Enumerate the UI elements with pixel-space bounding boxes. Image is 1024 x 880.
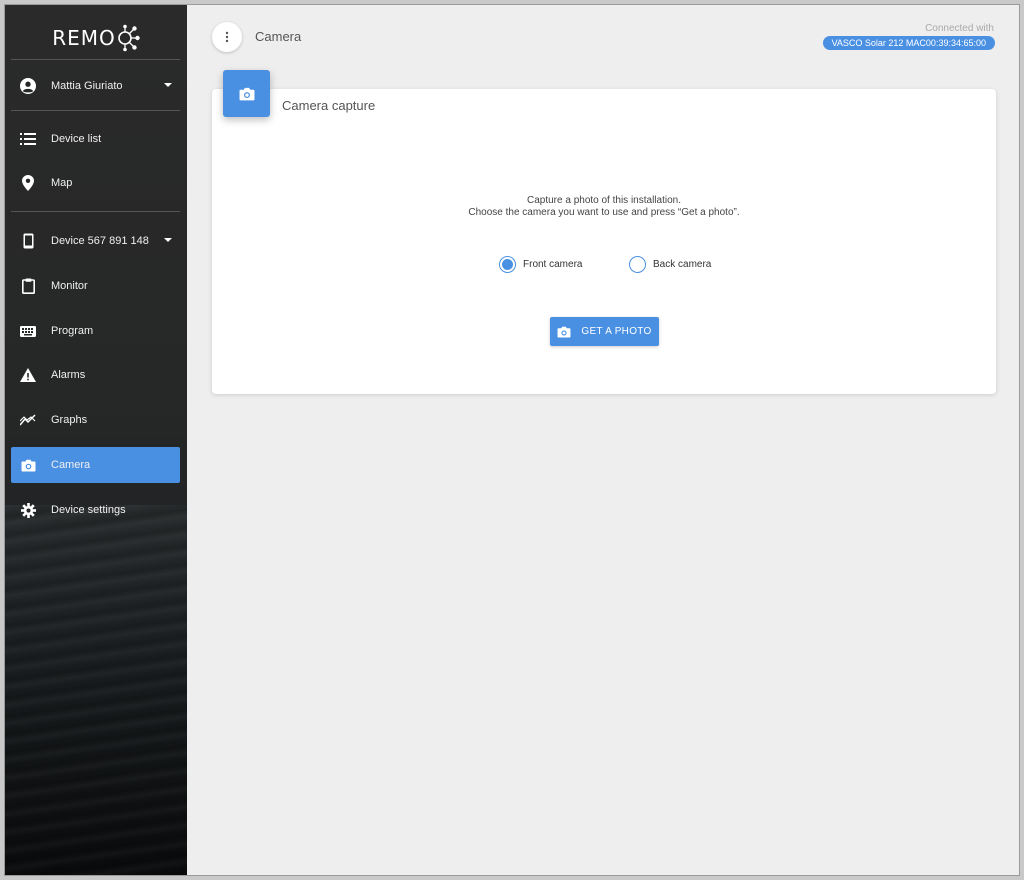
logo-text: REMO: [52, 26, 116, 50]
camera-icon: [557, 326, 571, 338]
connected-label: Connected with: [925, 23, 994, 34]
sidebar-divider: [11, 59, 180, 60]
camera-icon: [239, 87, 254, 100]
more-options-button[interactable]: [212, 22, 242, 52]
user-menu[interactable]: Mattia Giuriato: [11, 68, 180, 104]
front-camera-radio[interactable]: Front camera: [499, 256, 582, 273]
map-pin-icon: [20, 175, 36, 191]
list-icon: [20, 131, 36, 147]
user-name: Mattia Giuriato: [51, 80, 123, 92]
radio-selected-indicator: [499, 256, 516, 273]
card-header-icon: [223, 70, 270, 117]
card-description-line1: Capture a photo of this installation.: [527, 195, 681, 206]
sidebar-item-label: Alarms: [51, 369, 86, 381]
device-name: Device 567 891 148: [51, 235, 149, 247]
user-avatar-icon: [20, 78, 36, 94]
chevron-down-icon: [164, 83, 172, 87]
sidebar-item-label: Graphs: [51, 414, 88, 426]
graph-icon: [20, 412, 36, 428]
sidebar-item-alarms[interactable]: Alarms: [11, 357, 180, 393]
sidebar-divider: [11, 211, 180, 212]
sidebar-item-label: Map: [51, 177, 73, 189]
sidebar-item-label: Device list: [51, 133, 102, 145]
sidebar-item-map[interactable]: Map: [11, 165, 180, 201]
sidebar-item-label: Camera: [51, 459, 91, 471]
sidebar-item-camera[interactable]: Camera: [11, 447, 180, 483]
camera-capture-card: [212, 89, 996, 394]
app-window: REMO Mattia Giuriato Device list Map Dev…: [4, 4, 1020, 876]
radio-label: Front camera: [523, 259, 583, 270]
page-title: Camera: [255, 29, 302, 44]
warning-icon: [20, 367, 36, 383]
chevron-down-icon: [164, 238, 172, 242]
sidebar-item-label: Device settings: [51, 504, 126, 516]
smartphone-icon: [20, 233, 36, 249]
logo-network-icon: [117, 24, 140, 52]
clipboard-icon: [20, 278, 36, 294]
more-vertical-icon: [225, 31, 229, 43]
card-description-line2: Choose the camera you want to use and pr…: [468, 207, 740, 218]
sidebar-divider: [11, 110, 180, 111]
card-title: Camera capture: [282, 98, 376, 113]
camera-icon: [20, 457, 36, 473]
keyboard-icon: [20, 323, 36, 339]
sidebar-background-image: [5, 505, 187, 875]
back-camera-radio[interactable]: Back camera: [629, 256, 711, 273]
gear-icon: [20, 502, 36, 518]
sidebar-item-label: Monitor: [51, 280, 88, 292]
app-logo: REMO: [5, 21, 187, 55]
sidebar-item-label: Program: [51, 325, 94, 337]
sidebar-item-monitor[interactable]: Monitor: [11, 268, 180, 304]
sidebar: REMO Mattia Giuriato Device list Map Dev…: [5, 5, 187, 875]
device-selector[interactable]: Device 567 891 148: [11, 223, 180, 259]
sidebar-item-device-settings[interactable]: Device settings: [11, 492, 180, 528]
sidebar-item-graphs[interactable]: Graphs: [11, 402, 180, 438]
radio-unselected-indicator: [629, 256, 646, 273]
sidebar-item-program[interactable]: Program: [11, 313, 180, 349]
sidebar-item-device-list[interactable]: Device list: [11, 121, 180, 157]
connection-badge: VASCO Solar 212 MAC00:39:34:65:00: [822, 36, 995, 50]
radio-label: Back camera: [653, 259, 712, 270]
get-photo-button[interactable]: GET A PHOTO: [550, 317, 659, 346]
get-photo-label: GET A PHOTO: [581, 326, 652, 337]
